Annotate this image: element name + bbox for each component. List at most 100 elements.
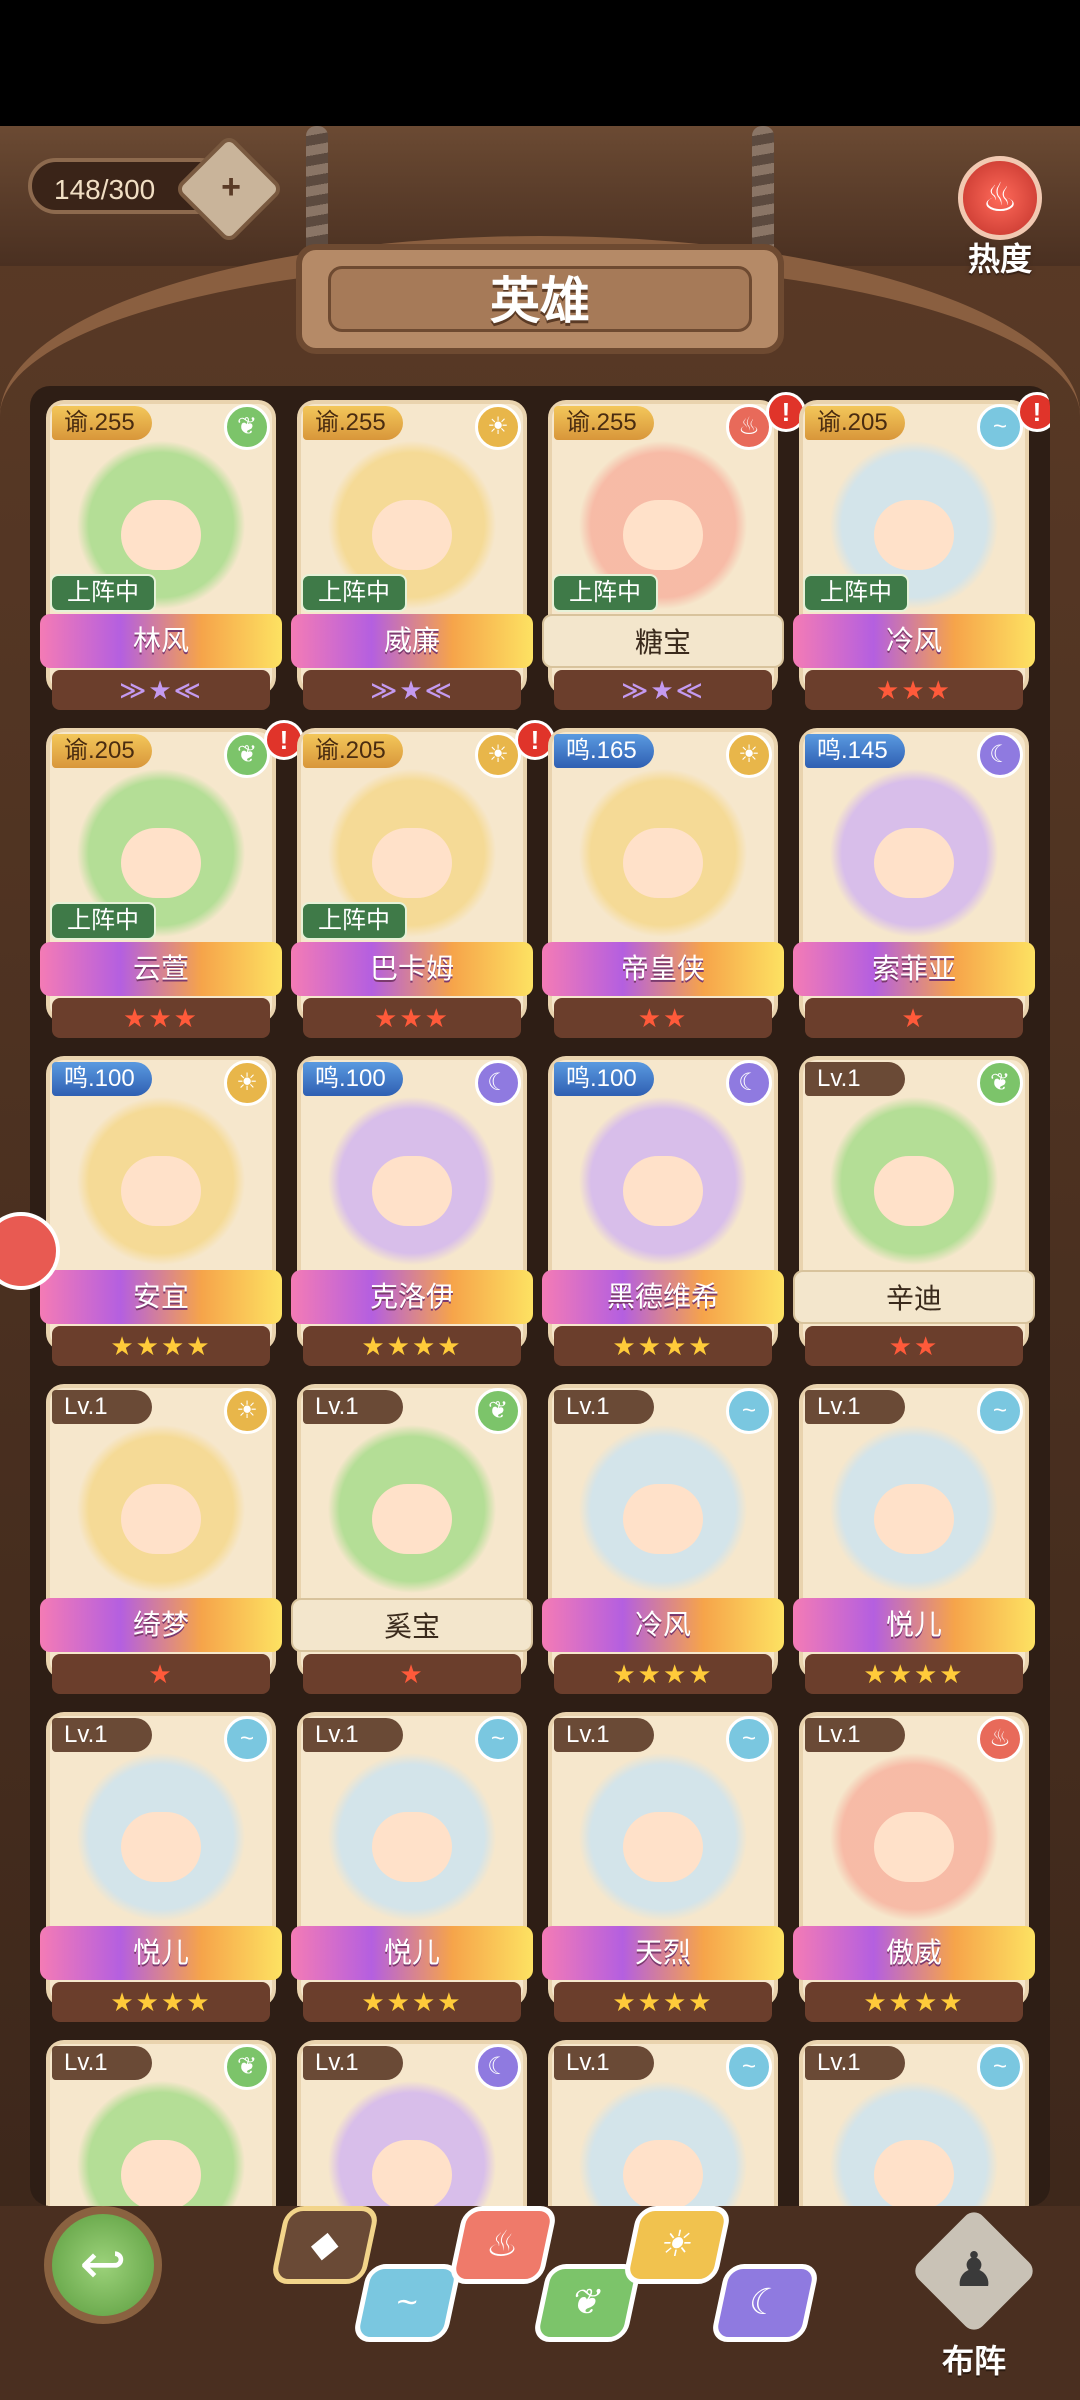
hero-card[interactable]: 鸣.100 ☾ 黑德维希 ★★★★ — [542, 1056, 784, 1368]
hero-name: 云萱 — [40, 942, 282, 996]
hero-name: 黑德维希 — [542, 1270, 784, 1324]
hero-card[interactable]: Lv.1 ~ — [548, 2040, 778, 2206]
wind-element-icon: ~ — [475, 1716, 521, 1762]
hero-name: 天烈 — [542, 1926, 784, 1980]
formation-button[interactable]: ♟ 布阵 — [910, 2207, 1038, 2379]
hero-face — [372, 1484, 452, 1554]
hero-level: Lv.1 — [805, 1390, 905, 1424]
hero-card[interactable]: Lv.1 ☀ 绮梦 ★ — [40, 1384, 282, 1696]
chess-pieces-icon: ♟ — [910, 2207, 1038, 2335]
hero-name: 索菲亚 — [793, 942, 1035, 996]
light-element-icon: ☀ — [224, 1060, 270, 1106]
star-rating: ★★ — [554, 998, 772, 1038]
hero-face — [874, 1156, 954, 1226]
hero-card[interactable]: Lv.1 ❦ 奚宝 ★ — [291, 1384, 533, 1696]
hero-name: 帝皇侠 — [542, 942, 784, 996]
hero-name: 冷风 — [542, 1598, 784, 1652]
hero-face — [121, 500, 201, 570]
hero-face — [874, 1812, 954, 1882]
hero-face — [121, 1812, 201, 1882]
hero-card[interactable]: Lv.1 ☾ — [297, 2040, 527, 2206]
hero-face — [874, 828, 954, 898]
hero-face — [372, 828, 452, 898]
hero-list-panel[interactable]: 谕.255 ❦ 上阵中 林风 ≫★≪ 谕.255 ☀ 上阵中 威廉 ≫★≪ 谕.255 ♨! 上阵中 糖宝… — [30, 386, 1050, 2206]
back-arrow-icon[interactable]: ↩ — [44, 2206, 162, 2324]
hero-level: Lv.1 — [303, 2046, 403, 2080]
hero-card[interactable]: 谕.205 ☀! 上阵中 巴卡姆 ★★★ — [291, 720, 555, 1040]
deployed-badge: 上阵中 — [301, 574, 407, 612]
star-rating: ★ — [805, 998, 1023, 1038]
hero-card[interactable]: Lv.1 ~ 天烈 ★★★★ — [542, 1712, 784, 2024]
star-rating: ★★★★ — [303, 1982, 521, 2022]
hero-face — [623, 1156, 703, 1226]
hero-card[interactable]: 谕.255 ❦ 上阵中 林风 ≫★≪ — [40, 400, 282, 712]
bottom-bar: ↩ ◆ ~ ♨ ❦ ☀ ☾ ♟ 布阵 — [0, 2206, 1080, 2400]
star-rating: ★★★★ — [805, 1982, 1023, 2022]
star-rating: ★★★★ — [554, 1654, 772, 1694]
filter-light-button[interactable]: ☀ — [621, 2206, 733, 2284]
deployed-badge: 上阵中 — [552, 574, 658, 612]
flame-icon: ♨ — [958, 156, 1042, 240]
hero-name: 傲威 — [793, 1926, 1035, 1980]
hero-card[interactable]: Lv.1 ~ — [799, 2040, 1029, 2206]
nature-element-icon: ❦ — [224, 404, 270, 450]
hero-face — [372, 1812, 452, 1882]
nature-element-icon: ❦ — [475, 1388, 521, 1434]
light-element-icon: ☀ — [726, 732, 772, 778]
wind-element-icon: ~ — [726, 1716, 772, 1762]
title-sign: 英雄 — [296, 244, 784, 354]
filter-moon-button[interactable]: ☾ — [709, 2264, 821, 2342]
hero-name: 悦儿 — [40, 1926, 282, 1980]
hero-card[interactable]: Lv.1 ~ 悦儿 ★★★★ — [40, 1712, 282, 2024]
hero-card[interactable]: 鸣.165 ☀ 帝皇侠 ★★ — [542, 728, 784, 1040]
filter-wind-button[interactable]: ~ — [351, 2264, 463, 2342]
hero-face — [121, 1156, 201, 1226]
star-rating: ★★★★ — [554, 1982, 772, 2022]
hero-card[interactable]: Lv.1 ❦ — [46, 2040, 276, 2206]
hero-card[interactable]: 鸣.100 ☾ 克洛伊 ★★★★ — [291, 1056, 533, 1368]
light-element-icon: ☀ — [475, 404, 521, 450]
hero-card[interactable]: 谕.255 ☀ 上阵中 威廉 ≫★≪ — [291, 400, 533, 712]
hero-level: 谕.255 — [554, 406, 654, 440]
hero-face — [121, 1484, 201, 1554]
hero-level: 鸣.165 — [554, 734, 654, 768]
hero-level: 鸣.100 — [52, 1062, 152, 1096]
hero-face — [623, 500, 703, 570]
hero-level: Lv.1 — [303, 1718, 403, 1752]
hero-name: 绮梦 — [40, 1598, 282, 1652]
hero-face — [623, 1812, 703, 1882]
hero-card[interactable]: 谕.205 ~! 上阵中 冷风 ★★★ — [793, 392, 1050, 712]
wind-element-icon: ~ — [726, 1388, 772, 1434]
filter-all-button[interactable]: ◆ — [269, 2206, 381, 2284]
hero-card[interactable]: Lv.1 ❦ 辛迪 ★★ — [793, 1056, 1035, 1368]
hero-name: 辛迪 — [793, 1270, 1035, 1324]
status-bar — [0, 0, 1080, 126]
hero-card[interactable]: 鸣.100 ☀ 安宜 ★★★★ — [40, 1056, 282, 1368]
hero-level: Lv.1 — [805, 2046, 905, 2080]
star-rating: ★★★ — [303, 998, 521, 1038]
hero-card[interactable]: Lv.1 ~ 冷风 ★★★★ — [542, 1384, 784, 1696]
fire-element-icon: ♨ — [977, 1716, 1023, 1762]
star-rating: ★ — [303, 1654, 521, 1694]
hero-card[interactable]: 鸣.145 ☾ 索菲亚 ★ — [793, 728, 1035, 1040]
hero-name: 巴卡姆 — [291, 942, 533, 996]
star-rating: ★★★★ — [52, 1982, 270, 2022]
filter-fire-button[interactable]: ♨ — [447, 2206, 559, 2284]
star-rating: ★★★ — [805, 670, 1023, 710]
hero-level: 谕.255 — [303, 406, 403, 440]
heat-button[interactable]: ♨ 热度 — [950, 156, 1050, 277]
moon-element-icon: ☾ — [475, 1060, 521, 1106]
moon-element-icon: ☾ — [475, 2044, 521, 2090]
hero-card[interactable]: 谕.255 ♨! 上阵中 糖宝 ≫★≪ — [542, 392, 806, 712]
hero-face — [121, 2140, 201, 2206]
hero-face — [623, 2140, 703, 2206]
hero-card[interactable]: Lv.1 ~ 悦儿 ★★★★ — [793, 1384, 1035, 1696]
hero-card[interactable]: Lv.1 ♨ 傲威 ★★★★ — [793, 1712, 1035, 2024]
alert-badge: ! — [1017, 392, 1050, 432]
hero-card[interactable]: Lv.1 ~ 悦儿 ★★★★ — [291, 1712, 533, 2024]
deployed-badge: 上阵中 — [50, 574, 156, 612]
hero-level: 鸣.100 — [303, 1062, 403, 1096]
hero-card[interactable]: 谕.205 ❦! 上阵中 云萱 ★★★ — [40, 720, 304, 1040]
hero-level: Lv.1 — [554, 1718, 654, 1752]
wind-element-icon: ~ — [977, 2044, 1023, 2090]
